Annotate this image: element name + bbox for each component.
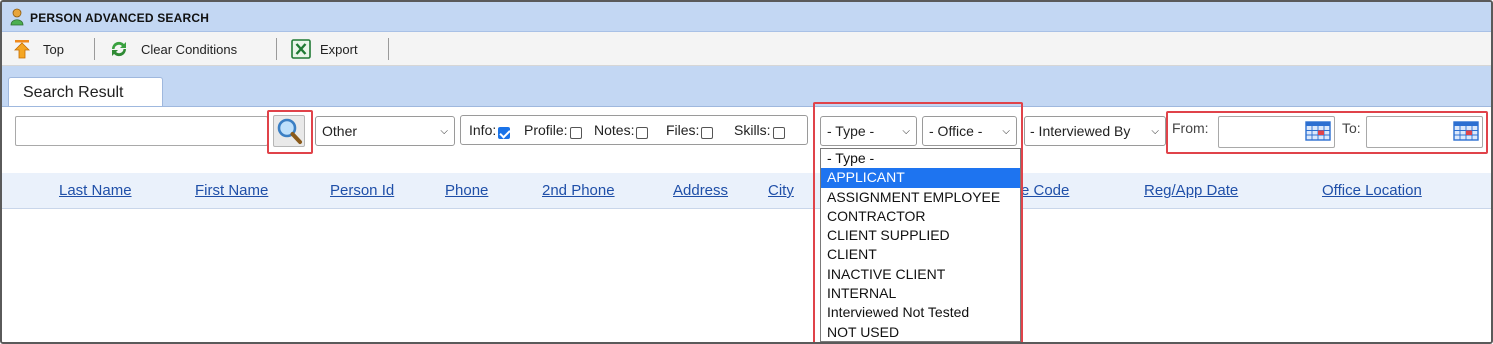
search-button[interactable] [273,115,305,147]
page-title: PERSON ADVANCED SEARCH [30,11,210,25]
type-option[interactable]: NOT USED [821,323,1020,342]
calendar-icon[interactable] [1305,121,1331,141]
search-input[interactable] [15,116,268,146]
column-header-reg-app-date[interactable]: Reg/App Date [1144,182,1238,199]
toolbar-divider [388,38,389,60]
tab-label: Search Result [23,84,124,101]
top-label: Top [43,41,64,57]
chevron-down-icon: ⌵ [440,125,448,137]
app-window: PERSON ADVANCED SEARCH Top Clear Conditi… [0,0,1493,344]
type-option[interactable]: Interviewed Not Tested [821,303,1020,322]
clear-conditions-label: Clear Conditions [141,41,238,57]
option-profile[interactable]: Profile: [524,122,582,139]
skills-checkbox[interactable] [772,127,785,139]
type-option[interactable]: CONTRACTOR [821,207,1020,226]
option-files[interactable]: Files: [666,122,714,139]
excel-icon [291,39,311,59]
column-header-phone[interactable]: Phone [445,182,488,199]
search-options: Info: Profile: Notes: Files: Skills: [460,115,808,145]
files-checkbox[interactable] [701,127,714,139]
profile-checkbox[interactable] [569,127,582,139]
column-header-office-location[interactable]: Office Location [1322,182,1422,199]
type-option[interactable]: ASSIGNMENT EMPLOYEE [821,188,1020,207]
option-skills-label: Skills: [734,122,771,138]
column-header-last-name[interactable]: Last Name [59,182,132,199]
type-select-value: - Type - [827,123,875,139]
info-checkbox[interactable] [498,127,511,139]
results-table-header: Last Name First Name Person Id Phone 2nd… [2,173,1491,209]
type-option[interactable]: CLIENT SUPPLIED [821,226,1020,245]
export-button[interactable]: Export [291,39,358,59]
toolbar: Top Clear Conditions Export [2,32,1491,66]
option-skills[interactable]: Skills: [734,122,785,139]
chevron-down-icon: ⌵ [902,125,910,137]
category-select[interactable]: Other ⌵ [315,116,455,146]
type-select[interactable]: - Type - ⌵ [820,116,917,146]
toolbar-divider [276,38,277,60]
type-option[interactable]: - Type - [821,149,1020,168]
to-label: To: [1342,120,1361,136]
category-select-value: Other [322,123,358,139]
chevron-down-icon: ⌵ [1002,125,1010,137]
calendar-icon[interactable] [1453,121,1479,141]
clear-conditions-button[interactable]: Clear Conditions [109,39,237,59]
office-select[interactable]: - Office - ⌵ [922,116,1017,146]
from-label: From: [1172,120,1209,136]
type-dropdown-list: - Type - APPLICANT ASSIGNMENT EMPLOYEE C… [820,148,1021,342]
arrow-up-icon [14,40,30,59]
option-notes-label: Notes: [594,122,635,138]
title-bar: PERSON ADVANCED SEARCH [2,2,1491,32]
chevron-down-icon: ⌵ [1151,125,1159,137]
interviewed-by-value: - Interviewed By [1030,123,1131,139]
option-files-label: Files: [666,122,700,138]
office-select-value: - Office - [929,123,983,139]
search-panel: Other ⌵ Info: Profile: Notes: Files: Ski… [2,102,1491,342]
type-option[interactable]: CLIENT [821,245,1020,264]
column-header-zip-code[interactable]: e Code [1021,182,1069,199]
option-info[interactable]: Info: [469,122,511,139]
notes-checkbox[interactable] [636,127,649,139]
refresh-icon [111,41,127,57]
person-icon [10,8,24,26]
interviewed-by-select[interactable]: - Interviewed By ⌵ [1024,116,1166,146]
column-header-city[interactable]: City [768,182,794,199]
type-option-selected[interactable]: APPLICANT [821,168,1020,188]
option-notes[interactable]: Notes: [594,122,649,139]
type-option[interactable]: INACTIVE CLIENT [821,265,1020,284]
column-header-address[interactable]: Address [673,182,728,199]
option-profile-label: Profile: [524,122,568,138]
column-header-person-id[interactable]: Person Id [330,182,394,199]
export-label: Export [320,41,358,57]
option-info-label: Info: [469,122,497,138]
top-button[interactable]: Top [14,39,64,59]
toolbar-divider [94,38,95,60]
magnifier-icon [277,118,302,144]
column-header-first-name[interactable]: First Name [195,182,268,199]
tab-bar: Search Result [2,66,1491,107]
column-header-2nd-phone[interactable]: 2nd Phone [542,182,615,199]
type-option[interactable]: INTERNAL [821,284,1020,303]
tab-search-result[interactable]: Search Result [8,77,163,107]
